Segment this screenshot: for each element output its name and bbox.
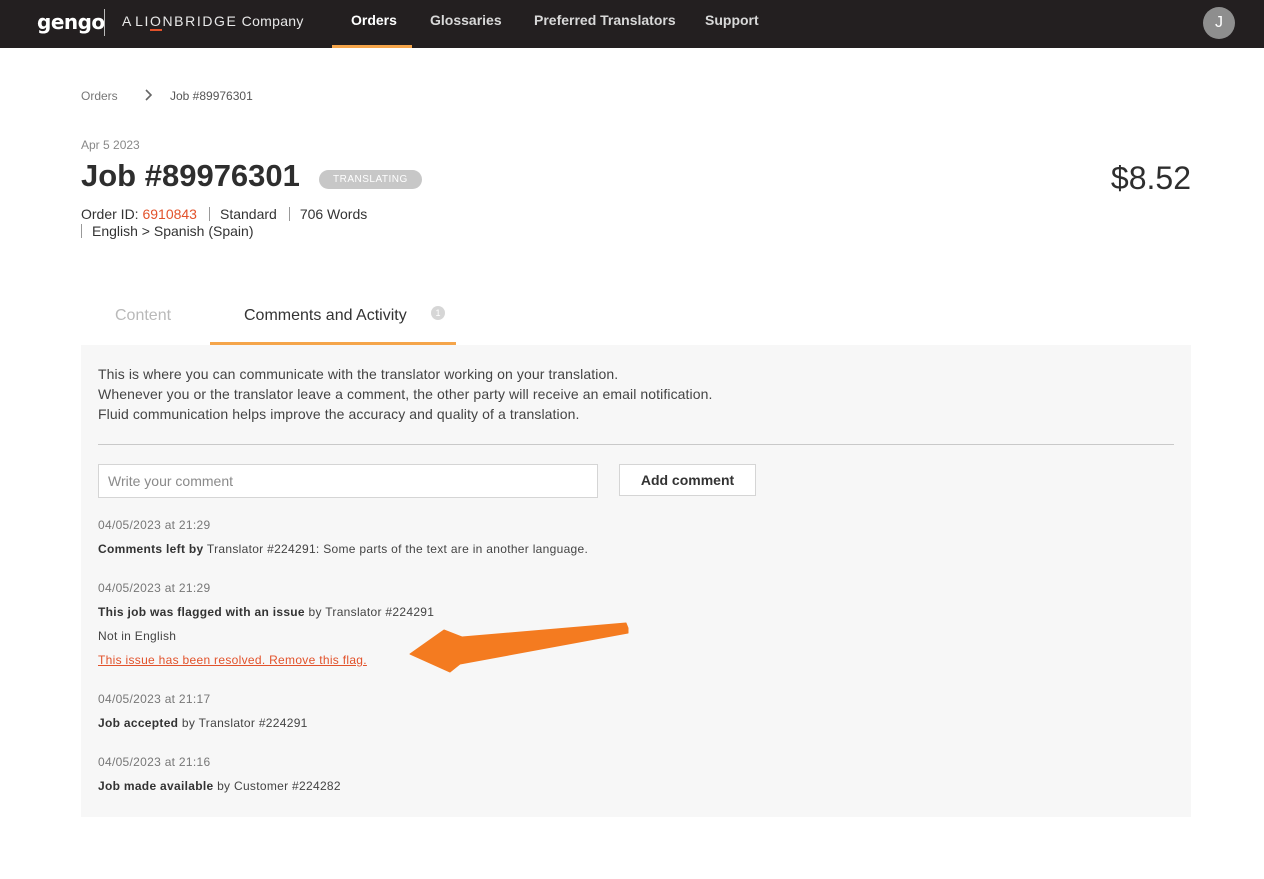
panel-divider — [98, 444, 1174, 445]
intro-text-line: Fluid communication helps improve the ac… — [98, 406, 580, 422]
page-title: Job #89976301 — [81, 158, 300, 193]
remove-flag-link[interactable]: This issue has been resolved. Remove thi… — [98, 653, 367, 667]
order-id-label: Order ID: — [81, 206, 139, 222]
job-price: $8.52 — [1110, 160, 1191, 196]
activity-entry: Comments left by Translator #224291: Som… — [98, 542, 588, 556]
gengo-logo[interactable]: gengo — [37, 10, 105, 34]
tab-content[interactable]: Content — [115, 307, 171, 325]
job-date: Apr 5 2023 — [81, 138, 140, 152]
activity-entry: This job was flagged with an issue by Tr… — [98, 605, 434, 619]
job-tier: Standard — [219, 206, 277, 222]
language-pair-row: English > Spanish (Spain) — [81, 223, 254, 239]
activity-action: Job made available — [98, 779, 214, 793]
activity-timestamp: 04/05/2023 at 21:29 — [98, 518, 211, 532]
activity-action: Comments left by — [98, 542, 204, 556]
chevron-right-icon — [145, 89, 152, 101]
nav-active-indicator — [332, 45, 412, 48]
activity-entry: Job made available by Customer #224282 — [98, 779, 341, 793]
activity-text: by Customer #224282 — [213, 779, 341, 793]
tab-comments-and-activity[interactable]: Comments and Activity — [244, 307, 407, 325]
nav-orders[interactable]: Orders — [351, 12, 397, 28]
nav-glossaries[interactable]: Glossaries — [430, 12, 502, 28]
order-id-link[interactable]: 6910843 — [142, 206, 197, 222]
meta-separator — [81, 224, 82, 238]
breadcrumb-orders[interactable]: Orders — [81, 89, 118, 103]
nav-support[interactable]: Support — [705, 12, 759, 28]
status-badge: TRANSLATING — [319, 170, 422, 189]
user-avatar[interactable]: J — [1203, 7, 1235, 39]
brand-part-2: NBRIDGE — [162, 13, 238, 29]
comment-input[interactable] — [98, 464, 598, 498]
activity-text: by Translator #224291 — [304, 605, 435, 619]
company-prefix: A — [122, 13, 131, 29]
brand-accent-letter: O — [149, 13, 163, 31]
flag-reason: Not in English — [98, 629, 177, 643]
meta-separator — [208, 207, 210, 221]
language-pair: English > Spanish (Spain) — [92, 223, 254, 239]
activity-text: by Translator #224291 — [178, 716, 308, 730]
breadcrumb-current: Job #89976301 — [170, 89, 253, 103]
lionbridge-company-label: A LIONBRIDGE Company — [122, 13, 304, 31]
job-meta: Order ID: 6910843 Standard 706 Words — [81, 206, 367, 222]
activity-action: Job accepted — [98, 716, 179, 730]
add-comment-button[interactable]: Add comment — [619, 464, 756, 496]
nav-preferred-translators[interactable]: Preferred Translators — [534, 12, 676, 28]
meta-separator — [288, 207, 290, 221]
activity-timestamp: 04/05/2023 at 21:17 — [98, 692, 211, 706]
annotation-arrow-icon — [409, 622, 629, 673]
intro-text-line: Whenever you or the translator leave a c… — [98, 386, 713, 402]
intro-text-line: This is where you can communicate with t… — [98, 366, 619, 382]
tab-count-badge: 1 — [431, 306, 445, 320]
word-count: 706 Words — [299, 206, 368, 222]
brand-part-1: LI — [135, 13, 150, 29]
company-suffix: Company — [241, 13, 304, 29]
activity-text: Translator #224291: Some parts of the te… — [203, 542, 589, 556]
activity-timestamp: 04/05/2023 at 21:16 — [98, 755, 211, 769]
lionbridge-brand: LIONBRIDGE — [135, 13, 237, 31]
activity-timestamp: 04/05/2023 at 21:29 — [98, 581, 211, 595]
activity-action: This job was flagged with an issue — [98, 605, 305, 619]
activity-entry: Job accepted by Translator #224291 — [98, 716, 308, 730]
logo-divider — [104, 9, 105, 36]
top-navigation-bar: gengo A LIONBRIDGE Company Orders Glossa… — [0, 0, 1264, 48]
